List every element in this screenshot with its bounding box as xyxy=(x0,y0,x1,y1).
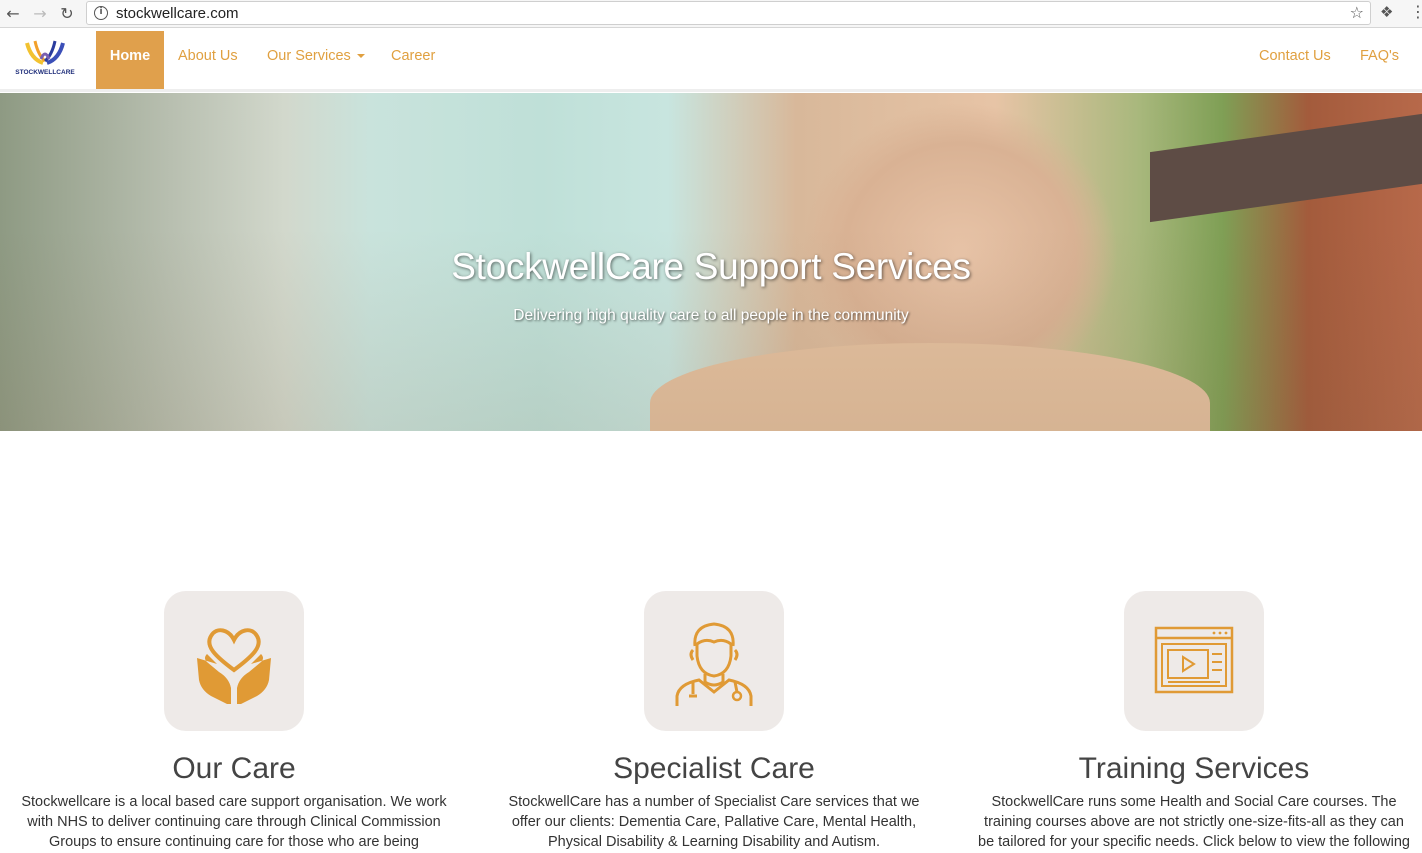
forward-arrow-icon[interactable]: → xyxy=(29,2,51,24)
back-arrow-icon[interactable]: ← xyxy=(2,2,24,24)
nav-home[interactable]: Home xyxy=(96,31,164,89)
doctor-icon xyxy=(675,622,753,706)
browser-toolbar: ← → ↻ i stockwellcare.com ☆ ❖ ⋮ xyxy=(0,0,1422,28)
nav-about-us[interactable]: About Us xyxy=(178,31,238,89)
reload-icon[interactable]: ↻ xyxy=(56,2,78,24)
hands-heart-icon xyxy=(197,628,271,704)
feature-icon-box[interactable] xyxy=(164,591,304,731)
puzzle-icon[interactable]: ❖ xyxy=(1380,3,1393,21)
star-icon[interactable]: ☆ xyxy=(1350,3,1364,22)
nav-career[interactable]: Career xyxy=(391,31,435,89)
feature-text: Stockwellcare is a local based care supp… xyxy=(21,794,447,850)
hero-banner: StockwellCare Support Services Deliverin… xyxy=(0,93,1422,431)
info-icon[interactable]: i xyxy=(94,6,108,20)
hero-title: StockwellCare Support Services xyxy=(451,246,971,287)
chevron-down-icon xyxy=(356,54,365,59)
address-bar[interactable]: i stockwellcare.com ☆ xyxy=(86,1,1371,25)
nav-our-services[interactable]: Our Services xyxy=(267,31,365,89)
nav-faqs[interactable]: FAQ's xyxy=(1360,31,1399,89)
feature-our-care: Our Care Stockwellcare is a local based … xyxy=(14,591,454,852)
feature-specialist-care: Specialist Care StockwellCare has a numb… xyxy=(494,591,934,852)
feature-text: StockwellCare has a number of Specialist… xyxy=(508,794,920,850)
feature-icon-box[interactable] xyxy=(644,591,784,731)
nav-contact-us[interactable]: Contact Us xyxy=(1259,31,1331,89)
hero-subtitle: Delivering high quality care to all peop… xyxy=(513,307,909,324)
feature-title: Training Services xyxy=(1078,752,1310,785)
feature-title: Our Care xyxy=(172,752,296,785)
stockwellcare-logo[interactable]: STOCKWELLCARE xyxy=(13,37,77,77)
video-browser-icon xyxy=(1154,626,1234,694)
kebab-menu-icon[interactable]: ⋮ xyxy=(1410,2,1422,22)
feature-text: StockwellCare runs some Health and Socia… xyxy=(978,794,1410,850)
url-text: stockwellcare.com xyxy=(116,4,239,22)
feature-icon-box[interactable] xyxy=(1124,591,1264,731)
feature-training-services: Training Services StockwellCare runs som… xyxy=(974,591,1414,852)
nav-our-services-label: Our Services xyxy=(267,48,351,64)
site-navbar: STOCKWELLCARE Home About Us Our Services… xyxy=(0,31,1422,92)
svg-text:STOCKWELLCARE: STOCKWELLCARE xyxy=(15,69,75,76)
feature-title: Specialist Care xyxy=(613,752,815,785)
